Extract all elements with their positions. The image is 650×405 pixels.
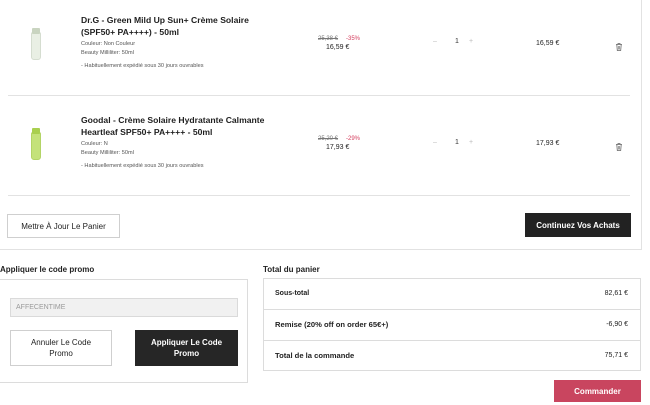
order-total-value: 75,71 € <box>604 352 628 359</box>
line-total: 17,93 € <box>536 140 560 147</box>
product-color: Couleur: N <box>81 141 108 147</box>
product-cap-image <box>32 128 40 134</box>
update-cart-button[interactable]: Mettre À Jour Le Panier <box>7 214 120 238</box>
promo-title: Appliquer le code promo <box>0 265 95 274</box>
qty-increase-button[interactable]: + <box>469 139 473 146</box>
original-price: 25,38 € <box>318 36 339 42</box>
discount-percent: -29% <box>346 136 361 142</box>
checkout-button[interactable]: Commander <box>554 380 641 402</box>
order-total-label: Total de la commande <box>275 351 355 360</box>
product-volume: Beauty Milliliter: 50ml <box>81 150 134 156</box>
promo-code-input[interactable] <box>10 298 238 317</box>
cart-totals-panel: Sous-total 82,61 € Remise (20% off on or… <box>263 278 641 371</box>
product-thumbnail[interactable] <box>26 28 46 62</box>
sale-price: 17,93 € <box>326 144 350 151</box>
continue-shopping-button[interactable]: Continuez Vos Achats <box>525 213 631 237</box>
apply-promo-button[interactable]: Appliquer Le Code Promo <box>135 330 238 366</box>
quantity-stepper: – 1 + <box>433 139 481 151</box>
subtotal-label: Sous-total <box>275 290 310 297</box>
product-name[interactable]: Dr.G - Green Mild Up Sun+ Crème Solaire … <box>81 14 281 38</box>
line-total: 16,59 € <box>536 40 560 47</box>
cart-item: Dr.G - Green Mild Up Sun+ Crème Solaire … <box>8 0 630 96</box>
sale-price: 16,59 € <box>326 44 350 51</box>
trash-icon[interactable] <box>614 139 624 151</box>
subtotal-value: 82,61 € <box>604 290 628 297</box>
original-price: 25,20 € <box>318 136 339 142</box>
subtotal-row: Sous-total 82,61 € <box>264 279 640 310</box>
trash-icon[interactable] <box>614 39 624 51</box>
qty-value[interactable]: 1 <box>455 139 459 146</box>
cart-item: Goodal - Crème Solaire Hydratante Calman… <box>8 96 630 196</box>
product-name[interactable]: Goodal - Crème Solaire Hydratante Calman… <box>81 114 281 138</box>
quantity-stepper: – 1 + <box>433 38 481 50</box>
discount-row: Remise (20% off on order 65€+) -6,90 € <box>264 310 640 341</box>
product-volume: Beauty Milliliter: 50ml <box>81 50 134 56</box>
shipping-note: - Habituellement expédié sous 30 jours o… <box>81 163 204 169</box>
cancel-promo-button[interactable]: Annuler Le Code Promo <box>10 330 112 366</box>
qty-increase-button[interactable]: + <box>469 38 473 45</box>
cart-totals-title: Total du panier <box>263 265 320 274</box>
product-cap-image <box>32 28 40 34</box>
qty-value[interactable]: 1 <box>455 38 459 45</box>
discount-label: Remise (20% off on order 65€+) <box>275 320 389 329</box>
qty-decrease-button[interactable]: – <box>433 38 437 45</box>
product-tube-image <box>31 132 41 160</box>
cart-table: Dr.G - Green Mild Up Sun+ Crème Solaire … <box>0 0 642 250</box>
discount-value: -6,90 € <box>606 321 628 328</box>
qty-decrease-button[interactable]: – <box>433 139 437 146</box>
order-total-row: Total de la commande 75,71 € <box>264 341 640 372</box>
discount-percent: -35% <box>346 36 361 42</box>
product-color: Couleur: Non Couleur <box>81 41 136 47</box>
shipping-note: - Habituellement expédié sous 30 jours o… <box>81 63 204 69</box>
product-tube-image <box>31 32 41 60</box>
product-thumbnail[interactable] <box>26 128 46 162</box>
